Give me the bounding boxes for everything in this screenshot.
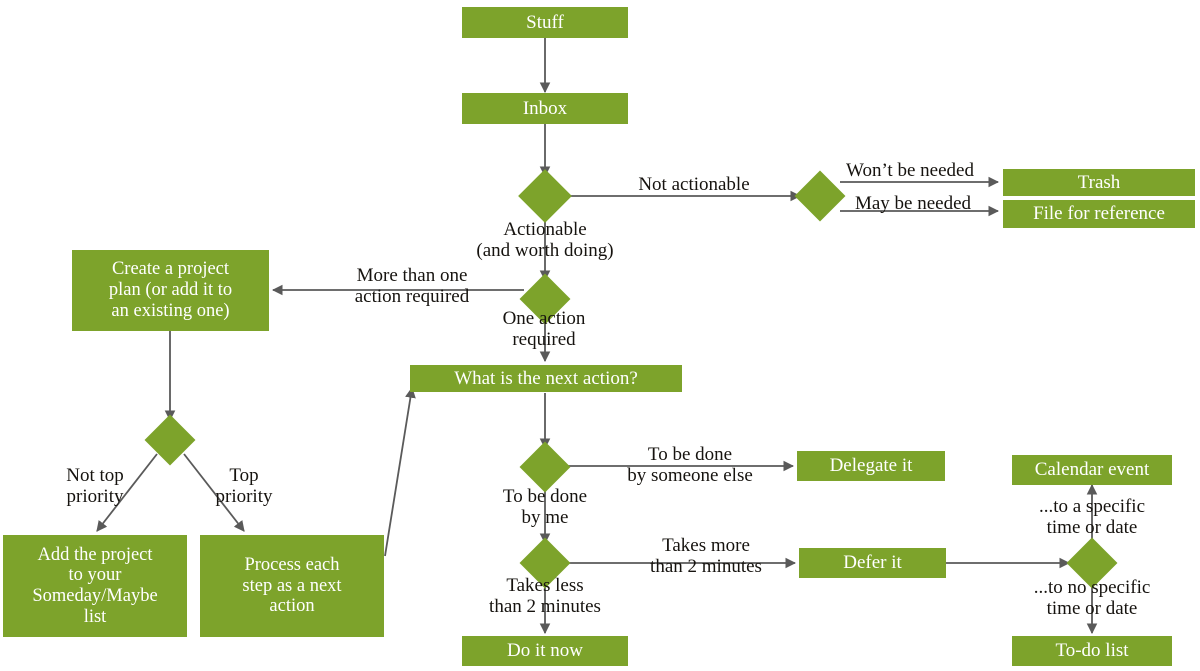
flowchart-canvas: Stuff Inbox Trash File for reference Cre… — [0, 0, 1200, 671]
node-what-is-next-action[interactable]: What is the next action? — [410, 365, 682, 392]
edge-label-actionable: Actionable (and worth doing) — [476, 219, 614, 261]
node-defer-it[interactable]: Defer it — [799, 548, 946, 578]
node-trash-label: Trash — [1077, 171, 1121, 193]
node-create-project-plan[interactable]: Create a project plan (or add it to an e… — [72, 250, 269, 331]
node-someday-maybe-list-label: Add the project to your Someday/Maybe li… — [32, 544, 158, 627]
node-actionable-decision[interactable] — [518, 169, 572, 223]
edge-label-may-be-needed: May be needed — [854, 193, 972, 214]
node-process-each-step[interactable]: Process each step as a next action — [200, 535, 384, 637]
node-someday-maybe-list[interactable]: Add the project to your Someday/Maybe li… — [3, 535, 187, 637]
node-priority-decision[interactable] — [144, 414, 196, 466]
edge-label-wont-be-needed: Won’t be needed — [846, 160, 974, 181]
node-stuff-label: Stuff — [526, 11, 564, 33]
node-file-for-reference-label: File for reference — [1033, 203, 1165, 225]
edge-label-more-than-one: More than one action required — [354, 265, 470, 307]
node-stuff[interactable]: Stuff — [462, 7, 628, 38]
node-who-decision[interactable] — [519, 441, 571, 493]
node-process-each-step-label: Process each step as a next action — [242, 554, 342, 617]
node-do-it-now[interactable]: Do it now — [462, 636, 628, 666]
edge-label-specific-time: ...to a specific time or date — [1038, 496, 1146, 538]
edge-label-not-actionable: Not actionable — [638, 174, 750, 195]
node-create-project-plan-label: Create a project plan (or add it to an e… — [108, 259, 233, 321]
node-what-is-next-action-label: What is the next action? — [454, 367, 638, 389]
edge-label-top-priority: Top priority — [215, 465, 273, 507]
edge-process-nextaction — [384, 386, 416, 557]
edge-label-takes-less: Takes less than 2 minutes — [489, 575, 601, 617]
edge-label-no-specific-time: ...to no specific time or date — [1033, 577, 1151, 619]
node-delegate-it-label: Delegate it — [829, 455, 913, 477]
node-defer-it-label: Defer it — [843, 552, 902, 574]
node-todo-list-label: To-do list — [1055, 640, 1129, 662]
edge-label-not-top-priority: Not top priority — [66, 465, 124, 507]
edge-label-by-someone-else: To be done by someone else — [627, 444, 753, 486]
edge-label-takes-more: Takes more than 2 minutes — [650, 535, 762, 577]
node-file-for-reference[interactable]: File for reference — [1003, 200, 1195, 228]
node-trash[interactable]: Trash — [1003, 169, 1195, 196]
node-do-it-now-label: Do it now — [507, 640, 583, 662]
edge-label-one-action: One action required — [502, 308, 586, 350]
node-inbox-label: Inbox — [522, 97, 568, 119]
node-inbox[interactable]: Inbox — [462, 93, 628, 124]
node-delegate-it[interactable]: Delegate it — [797, 451, 945, 481]
node-calendar-event-label: Calendar event — [1034, 459, 1150, 481]
edge-label-by-me: To be done by me — [502, 486, 588, 528]
node-todo-list[interactable]: To-do list — [1012, 636, 1172, 666]
node-calendar-event[interactable]: Calendar event — [1012, 455, 1172, 485]
